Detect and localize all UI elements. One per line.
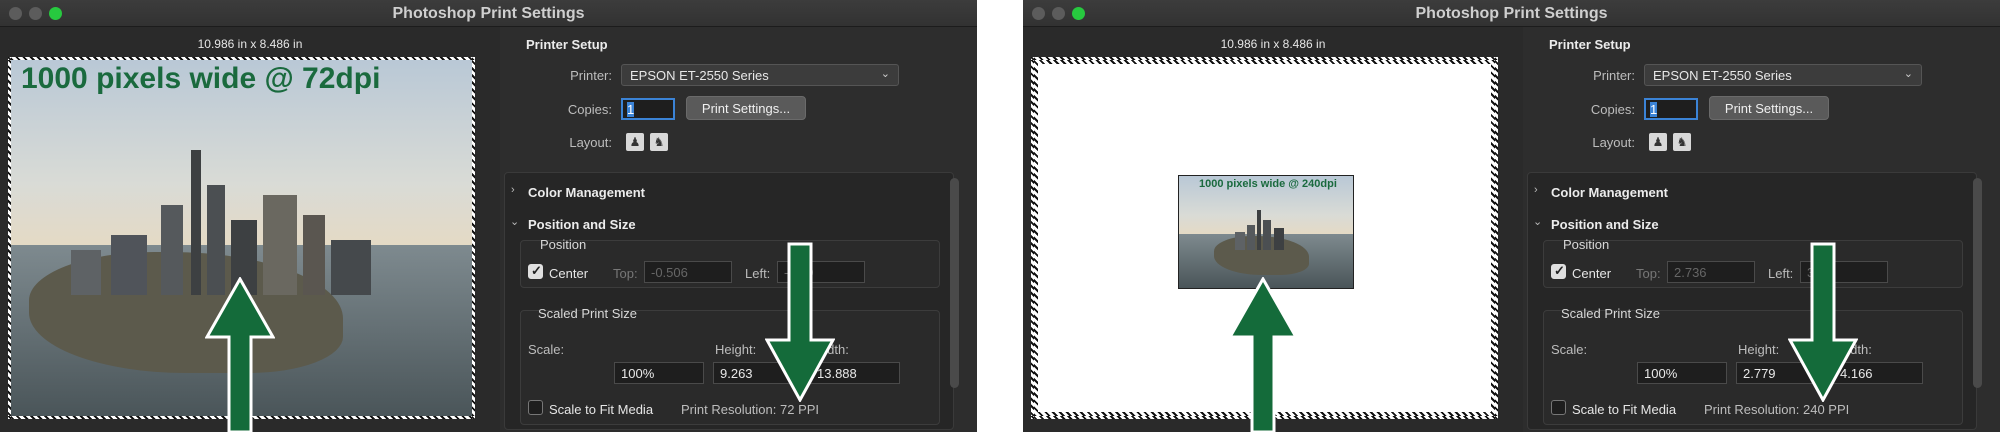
scale-label: Scale: <box>528 342 565 357</box>
chevron-right-icon[interactable]: › <box>511 184 515 196</box>
center-checkbox[interactable] <box>1551 263 1566 279</box>
print-settings-button[interactable]: Print Settings... <box>686 96 806 120</box>
height-label: Height: <box>1738 342 1780 357</box>
printer-setup-heading: Printer Setup <box>526 37 608 52</box>
print-settings-window-72dpi: Photoshop Print Settings 10.986 in x 8.4… <box>0 0 977 432</box>
center-label: Center <box>1572 266 1612 281</box>
title-bar: Photoshop Print Settings <box>1023 0 2000 27</box>
printer-setup-heading: Printer Setup <box>1549 37 1631 52</box>
scale-field[interactable]: 100% <box>614 362 704 384</box>
layout-label: Layout: <box>1592 135 1635 150</box>
landscape-layout-icon[interactable]: ♞ <box>1673 133 1691 151</box>
chevron-down-icon[interactable]: ⌄ <box>510 215 519 228</box>
window-title: Photoshop Print Settings <box>1415 5 1608 22</box>
top-label: Top: <box>1636 266 1661 281</box>
height-label: Height: <box>715 342 757 357</box>
printer-label: Printer: <box>1593 68 1635 83</box>
position-and-size-heading[interactable]: Position and Size <box>528 217 636 232</box>
copies-field[interactable]: 1 <box>1644 98 1698 120</box>
scale-to-fit-checkbox[interactable] <box>528 400 543 415</box>
down-arrow-icon <box>765 242 835 402</box>
top-field[interactable]: 2.736 <box>1667 261 1755 283</box>
scale-to-fit-label: Scale to Fit Media <box>549 402 654 417</box>
position-heading: Position <box>1563 237 1610 252</box>
scrollbar[interactable] <box>1973 178 1982 388</box>
print-resolution-text: Print Resolution: 72 PPI <box>681 402 820 417</box>
scaled-print-size-heading: Scaled Print Size <box>1561 306 1660 321</box>
center-label: Center <box>549 266 589 281</box>
photo-caption: 1000 pixels wide @ 240dpi <box>1199 178 1337 190</box>
preview-dimensions: 10.986 in x 8.486 in <box>1220 37 1326 51</box>
scale-field[interactable]: 100% <box>1637 362 1727 384</box>
portrait-layout-icon[interactable]: ♟ <box>626 133 644 151</box>
copies-label: Copies: <box>567 102 612 117</box>
scale-to-fit-label: Scale to Fit Media <box>1572 402 1677 417</box>
print-settings-window-240dpi: Photoshop Print Settings 10.986 in x 8.4… <box>1023 0 2000 432</box>
print-settings-button[interactable]: Print Settings... <box>1709 96 1829 120</box>
position-heading: Position <box>540 237 587 252</box>
top-label: Top: <box>613 266 638 281</box>
photo-caption: 1000 pixels wide @ 72dpi <box>21 62 381 95</box>
up-arrow-icon <box>1228 277 1298 432</box>
color-management-heading[interactable]: Color Management <box>528 185 645 200</box>
copies-label: Copies: <box>1590 102 1635 117</box>
up-arrow-icon <box>205 277 275 432</box>
printer-select[interactable]: EPSON ET-2550 Series ⌄ <box>621 64 899 86</box>
chevron-down-icon[interactable]: ⌄ <box>1533 215 1542 228</box>
title-bar: Photoshop Print Settings <box>0 0 977 27</box>
printer-label: Printer: <box>570 68 612 83</box>
chevron-down-icon: ⌄ <box>880 68 890 80</box>
scale-label: Scale: <box>1551 342 1588 357</box>
portrait-layout-icon[interactable]: ♟ <box>1649 133 1667 151</box>
chevron-right-icon[interactable]: › <box>1534 184 1538 196</box>
center-checkbox[interactable] <box>528 263 543 279</box>
color-management-heading[interactable]: Color Management <box>1551 185 1668 200</box>
scrollbar[interactable] <box>950 178 959 388</box>
window-title: Photoshop Print Settings <box>392 5 585 22</box>
print-preview: 10.986 in x 8.486 in 1000 pixels wide @ … <box>0 27 500 432</box>
position-and-size-heading[interactable]: Position and Size <box>1551 217 1659 232</box>
preview-dimensions: 10.986 in x 8.486 in <box>197 37 303 51</box>
copies-field[interactable]: 1 <box>621 98 675 120</box>
top-field[interactable]: -0.506 <box>644 261 732 283</box>
layout-label: Layout: <box>569 135 612 150</box>
scale-to-fit-checkbox[interactable] <box>1551 400 1566 415</box>
landscape-layout-icon[interactable]: ♞ <box>650 133 668 151</box>
preview-photo[interactable]: 1000 pixels wide @ 240dpi <box>1178 175 1354 289</box>
scaled-print-size-heading: Scaled Print Size <box>538 306 637 321</box>
printer-select[interactable]: EPSON ET-2550 Series ⌄ <box>1644 64 1922 86</box>
print-preview: 10.986 in x 8.486 in 1000 pixels wide @ … <box>1023 27 1523 432</box>
chevron-down-icon: ⌄ <box>1903 68 1913 80</box>
down-arrow-icon <box>1788 242 1858 402</box>
print-resolution-text: Print Resolution: 240 PPI <box>1704 402 1850 417</box>
